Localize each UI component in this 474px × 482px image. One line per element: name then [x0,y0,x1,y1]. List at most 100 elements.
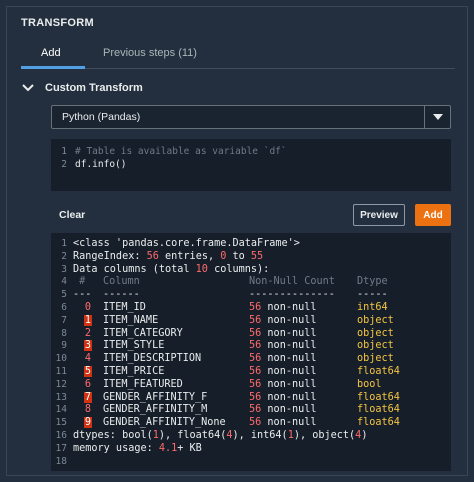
clear-button[interactable]: Clear [59,209,85,221]
language-select[interactable]: Python (Pandas) [51,105,451,129]
non-null-count: 56 [249,340,262,352]
column-name: GENDER_AFFINITY_F [103,391,208,403]
separator: ----- [357,289,388,301]
column-index-cell: 3 [73,340,103,353]
line-number: 12 [55,378,67,390]
transform-panel: TRANSFORM Add Previous steps (11) Custom… [6,6,468,476]
column-dtype: float64 [357,391,400,403]
line-number: 7 [61,314,67,326]
column-index-cell: 2 [73,328,103,341]
line-number: 4 [61,276,67,288]
non-null-count: 56 [249,378,262,390]
non-null-cell: 56 non-null [249,366,357,379]
non-null-label: non-null [267,378,317,390]
non-null-cell: 56 non-null [249,302,357,315]
column-dtype: object [357,314,394,326]
column-name: ITEM_NAME [103,314,159,326]
column-name: ITEM_CATEGORY [103,327,183,339]
code-text: # Table is available as variable `df` [75,146,287,157]
column-index: 9 [83,417,93,429]
column-index: 6 [84,378,92,390]
column-index-cell: 1 [73,314,103,328]
column-index-cell: 9 [73,417,103,430]
non-null-label: non-null [267,340,317,352]
output-number: 4.1 [158,442,178,454]
output-text: to [226,250,251,262]
non-null-count: 56 [249,417,262,429]
non-null-count: 56 [249,301,262,313]
line-number: 2 [61,159,67,170]
line-number: 13 [55,391,67,403]
line-number: 14 [55,404,67,416]
non-null-count: 56 [249,327,262,339]
non-null-count: 56 [249,365,262,377]
output-number: 56 [146,250,159,262]
separator: --- [73,289,92,301]
tab-bar: Add Previous steps (11) [21,39,455,69]
line-number: 5 [61,289,67,301]
column-index: 5 [83,365,93,377]
column-index: 1 [83,314,93,326]
output-console: 1 <class 'pandas.core.frame.DataFrame'> … [51,233,451,471]
line-number: 1 [61,238,67,249]
column-name: ITEM_PRICE [103,365,165,377]
tab-previous-steps[interactable]: Previous steps (11) [103,47,197,59]
non-null-label: non-null [267,404,317,416]
non-null-cell: 56 non-null [249,353,357,366]
output-number: 10 [195,263,208,275]
section-title: Custom Transform [45,82,143,94]
tab-add[interactable]: Add [41,47,61,59]
line-number: 2 [61,250,67,262]
editor-line: 1 # Table is available as variable `df` [51,145,451,158]
non-null-cell: 56 non-null [249,315,357,328]
column-dtype: object [357,353,394,365]
column-name: ITEM_STYLE [103,340,165,352]
non-null-label: non-null [267,301,317,313]
panel-title: TRANSFORM [21,17,94,29]
non-null-label: non-null [267,327,317,339]
custom-transform-header[interactable]: Custom Transform [21,79,143,97]
column-name: ITEM_FEATURED [103,378,183,390]
non-null-cell: 56 non-null [249,340,357,353]
preview-button[interactable]: Preview [353,204,405,226]
column-dtype: int64 [357,301,388,313]
non-null-label: non-null [267,391,317,403]
output-text: ) [361,429,368,441]
non-null-label: non-null [267,365,317,377]
output-text: ), object( [293,429,356,441]
chevron-down-icon[interactable] [21,81,35,95]
column-index-cell: 4 [73,353,103,366]
output-text: + KB [177,442,202,454]
non-null-label: non-null [267,353,317,365]
line-number: 11 [55,365,67,377]
output-line: 2 RangeIndex: 56 entries, 0 to 55 [51,251,451,264]
output-number: 55 [250,250,264,262]
output-line: 3 Data columns (total 10 columns): [51,264,451,277]
code-editor[interactable]: 1 # Table is available as variable `df` … [51,139,451,191]
column-index: 3 [83,340,93,352]
line-number: 6 [61,301,67,313]
column-dtype: bool [357,378,382,390]
line-number: 16 [55,429,67,441]
column-row: 14 8 GENDER_AFFINITY_M 56 non-null float64 [51,404,451,417]
column-row: 9 3 ITEM_STYLE 56 non-null object [51,340,451,353]
output-line: 16 dtypes: bool(1), float64(4), int64(1)… [51,430,451,443]
column-index-cell: 5 [73,365,103,379]
select-caret[interactable] [424,106,450,128]
output-text: memory usage: [73,442,159,454]
column-index-cell: 6 [73,379,103,392]
non-null-count: 56 [249,404,262,416]
output-line: 4 # Column Non-Null Count Dtype [51,276,451,289]
active-tab-indicator [21,66,85,69]
line-number: 17 [55,442,67,454]
language-select-value: Python (Pandas) [62,111,141,123]
column-name: GENDER_AFFINITY_M [103,404,208,416]
code-text: df.info() [75,159,127,170]
column-index-cell: 0 [73,302,103,315]
add-button[interactable]: Add [415,204,451,226]
line-number: 10 [55,353,67,365]
non-null-label: non-null [267,314,317,326]
column-row: 10 4 ITEM_DESCRIPTION 56 non-null object [51,353,451,366]
editor-toolbar: Clear Preview Add [51,203,455,229]
non-null-cell: 56 non-null [249,417,357,430]
